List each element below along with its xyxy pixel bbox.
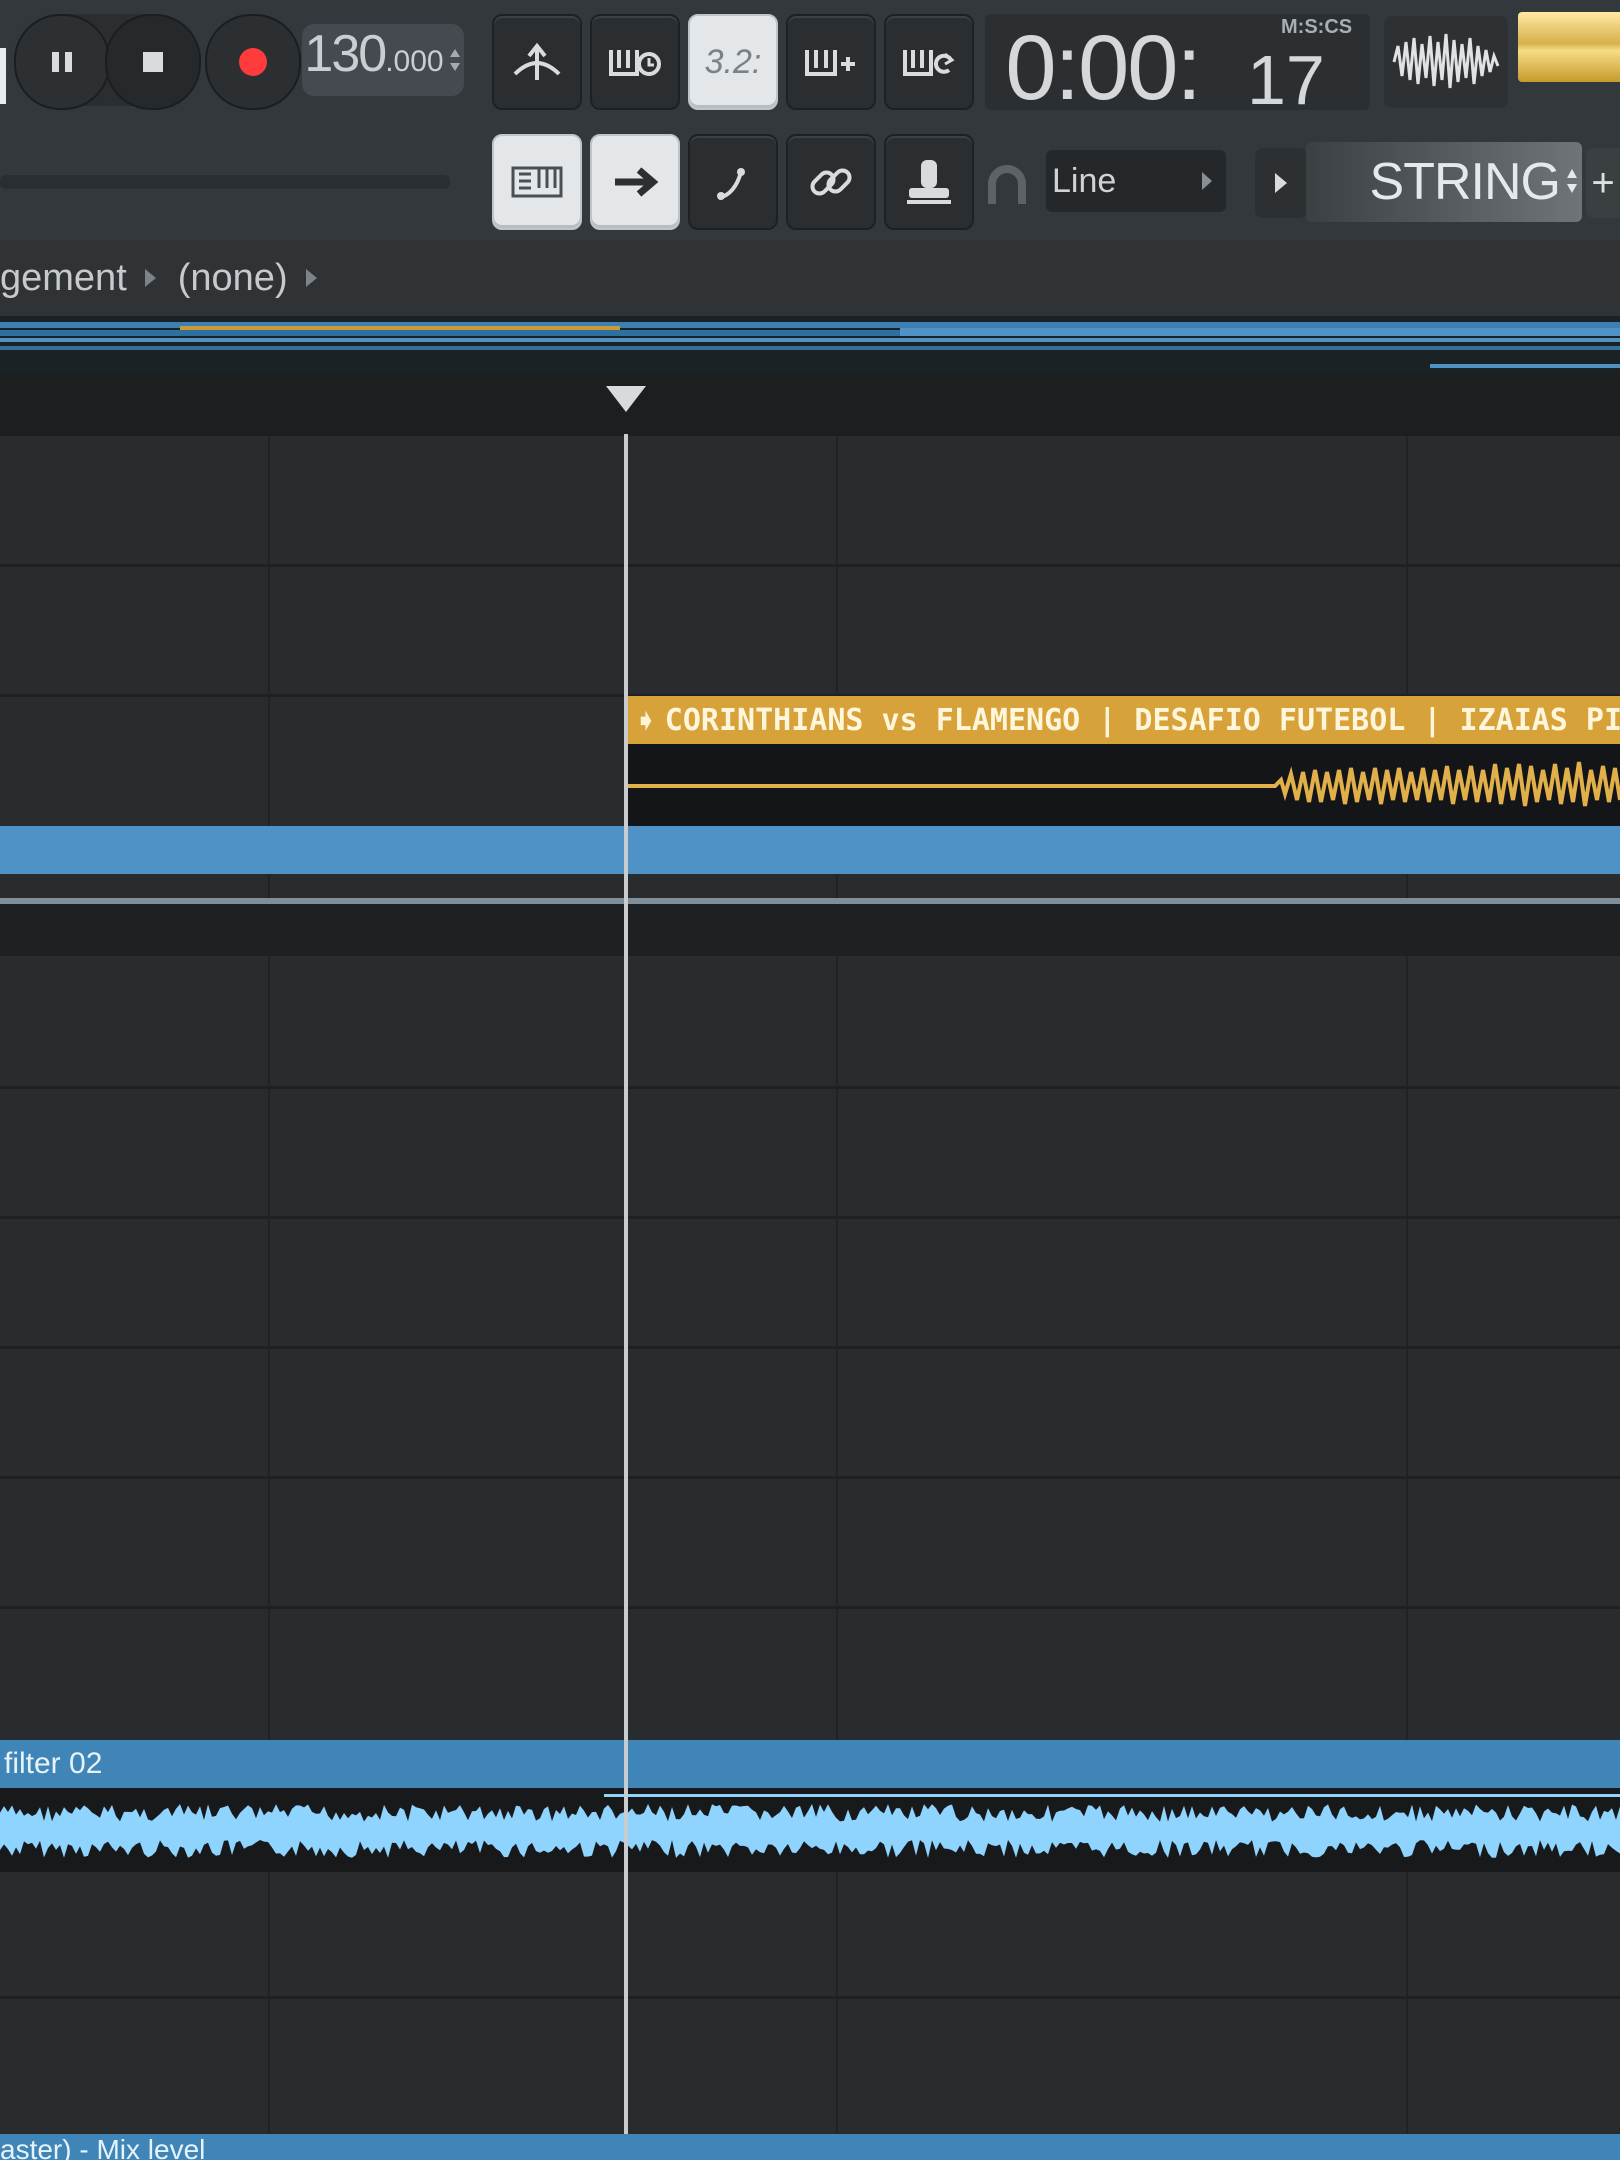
tempo-display[interactable]: 130.000 [302, 24, 464, 96]
pattern-selector[interactable]: STRING [1306, 142, 1582, 222]
volume-meter [1518, 12, 1620, 82]
triangle-right-icon [1275, 173, 1287, 193]
add-pattern-button[interactable]: + [1586, 148, 1620, 218]
automation-clip-title: filter 02 [4, 1747, 103, 1780]
piano-roll-button[interactable] [492, 134, 582, 230]
breadcrumb-arrangement[interactable]: gement [0, 257, 127, 300]
track-divider [0, 1216, 1620, 1219]
time-seconds: 17 [1247, 41, 1325, 119]
magnet-icon [988, 165, 1026, 204]
automation-band[interactable] [0, 826, 1620, 874]
main-pitch-slider[interactable] [0, 175, 450, 189]
record-button[interactable] [205, 14, 301, 110]
wait-for-input-button[interactable] [590, 14, 680, 110]
loop-record-icon [903, 50, 955, 76]
overview-clips [0, 322, 1620, 368]
blue-waveform [0, 1794, 1620, 1858]
mix-level-clip-header[interactable]: aster) - Mix level [0, 2134, 1620, 2160]
countdown-button[interactable]: 3.2: [688, 14, 778, 110]
time-main: 0:00: [1005, 17, 1202, 119]
stop-icon [143, 52, 163, 72]
countdown-icon: 3.2: [704, 42, 762, 81]
triangle-right-icon [1202, 172, 1212, 190]
spinner-icon [449, 49, 460, 71]
stamp-button[interactable] [884, 134, 974, 230]
metronome-icon [513, 42, 561, 80]
time-display[interactable]: 0:00: 17 M:S:CS [985, 14, 1370, 119]
loop-record-button[interactable] [884, 14, 974, 110]
breadcrumb-separator-icon [305, 269, 317, 287]
track-divider [0, 1086, 1620, 1089]
audio-clip-body[interactable] [627, 744, 1620, 826]
wait-for-input-icon [609, 50, 661, 76]
mix-level-clip-title: aster) - Mix level [0, 2134, 206, 2160]
empty-track[interactable] [0, 904, 1620, 956]
clip-menu-icon[interactable]: ➧ [635, 705, 657, 736]
pause-icon [52, 52, 72, 72]
stamp-icon [907, 160, 951, 204]
pause-button[interactable] [14, 14, 110, 110]
toolbar: 130.000 3.2: 0:00: 17 M:S:CS Line STRING… [0, 0, 1620, 242]
metronome-button[interactable] [492, 14, 582, 110]
oscilloscope-display[interactable] [1384, 16, 1508, 108]
waveform-icon [1392, 33, 1500, 89]
automation-clip-header[interactable]: filter 02 [0, 1740, 1620, 1788]
playlist-tracks[interactable] [0, 436, 1620, 2160]
audio-waveform [627, 761, 1620, 807]
playhead-marker-icon[interactable] [604, 384, 648, 414]
track-divider [0, 1346, 1620, 1349]
slide-icon [717, 168, 745, 200]
track-divider [0, 1606, 1620, 1609]
track-divider [0, 1476, 1620, 1479]
breadcrumb-clip[interactable]: (none) [178, 257, 288, 300]
playlist-button[interactable] [590, 134, 680, 230]
audio-clip-title: CORINTHIANS vs FLAMENGO | DESAFIO FUTEBO… [664, 702, 1620, 738]
link-button[interactable] [786, 134, 876, 230]
piano-roll-icon [511, 166, 563, 198]
stop-button[interactable] [105, 14, 201, 110]
step-edit-icon [805, 50, 855, 76]
pattern-prev-button[interactable] [1255, 148, 1307, 218]
play-button-edge[interactable] [0, 48, 6, 104]
playlist-overview[interactable] [0, 316, 1620, 374]
spinner-icon [1567, 169, 1577, 193]
step-edit-button[interactable] [786, 14, 876, 110]
automation-clip-body[interactable] [0, 1788, 1620, 1872]
breadcrumb-separator-icon [144, 269, 156, 287]
tempo-fraction: .000 [385, 45, 444, 78]
timeline-ruler[interactable] [0, 374, 1620, 436]
snap-select-value: Line [1052, 161, 1117, 200]
audio-clip-header[interactable]: ➧ CORINTHIANS vs FLAMENGO | DESAFIO FUTE… [627, 696, 1620, 744]
track-divider [0, 1996, 1620, 1999]
record-icon [239, 48, 267, 76]
breadcrumb: gement (none) [0, 240, 1620, 316]
playhead-line[interactable] [624, 434, 628, 2160]
pattern-name: STRING [1369, 153, 1561, 211]
track-divider [0, 564, 1620, 567]
snap-select[interactable]: Line [1046, 150, 1226, 212]
slide-button[interactable] [688, 134, 778, 230]
arrow-right-icon [615, 167, 659, 197]
tempo-value: 130 [304, 25, 387, 83]
link-icon [810, 168, 852, 196]
time-format-label: M:S:CS [1281, 16, 1353, 38]
